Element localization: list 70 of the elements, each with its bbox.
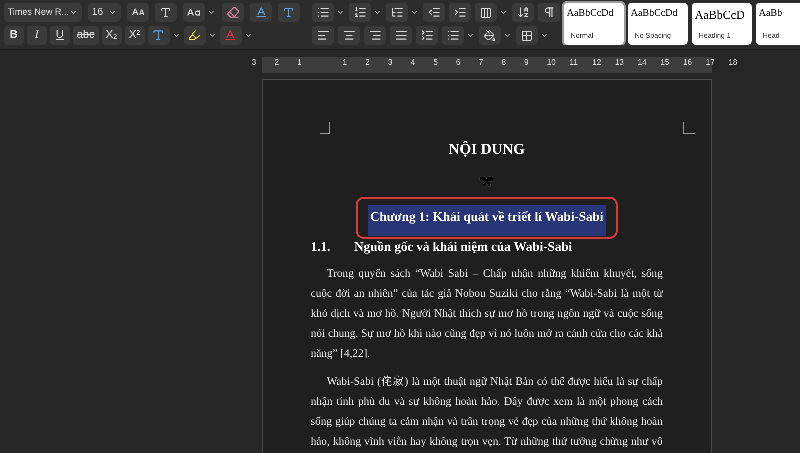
chapter-heading: Chương 1: Khái quát về triết lí Wabi-Sabi	[368, 204, 606, 236]
format-button[interactable]: X²	[124, 26, 145, 45]
format-button[interactable]: U	[50, 26, 70, 45]
numbered-list-icon[interactable]	[349, 3, 371, 22]
butterfly-icon	[479, 176, 495, 188]
ruler-number: 13	[615, 56, 624, 68]
sort-icon[interactable]	[512, 3, 534, 22]
eraser-icon[interactable]	[222, 3, 244, 22]
multilevel-list-icon[interactable]	[386, 3, 408, 22]
ruler-number: 4	[410, 56, 416, 68]
document-title: NỘI DUNG	[448, 140, 526, 160]
caret-icon[interactable]	[503, 31, 512, 40]
ruler-number: 15	[660, 56, 670, 68]
caret-icon[interactable]	[172, 31, 181, 40]
ruler-number: 8	[502, 56, 506, 68]
ruler-number: 3	[388, 56, 393, 68]
caret-icon[interactable]	[208, 31, 217, 40]
format-button[interactable]: I	[27, 26, 47, 45]
highlighter-icon[interactable]	[184, 26, 206, 45]
caret-icon[interactable]	[336, 8, 345, 17]
font-color-icon[interactable]	[220, 26, 242, 45]
align-right-icon[interactable]	[364, 26, 386, 45]
ruler-number: 18	[728, 56, 738, 68]
format-button[interactable]: abc	[73, 26, 99, 45]
ruler-number: 9	[524, 56, 529, 68]
justify-icon[interactable]	[390, 26, 412, 45]
grow-font-icon[interactable]	[127, 3, 149, 22]
decrease-indent-icon[interactable]	[423, 3, 445, 22]
ruler-number: 7	[479, 56, 484, 68]
ruler-number: 1	[297, 56, 302, 68]
ruler-number: 6	[456, 56, 461, 68]
ruler-number: 2	[274, 56, 280, 68]
caret-icon[interactable]	[466, 31, 475, 40]
ruler-number: 5	[434, 56, 438, 68]
corner-mark	[320, 122, 330, 134]
borders-icon[interactable]	[516, 26, 538, 45]
ruler-number: 1	[342, 56, 348, 68]
format-button[interactable]: X₂	[102, 26, 122, 45]
format-button[interactable]: B	[4, 26, 24, 45]
caret-icon[interactable]	[499, 8, 508, 17]
ruler-number: 10	[547, 56, 556, 68]
text-effects-icon[interactable]	[148, 26, 170, 45]
caret-icon[interactable]	[69, 8, 78, 17]
ruler-number: 16	[683, 56, 692, 68]
ruler-number: 12	[592, 56, 602, 68]
corner-mark	[683, 122, 695, 134]
pilcrow-icon[interactable]	[538, 3, 560, 22]
align-center-icon[interactable]	[338, 26, 360, 45]
caret-icon[interactable]	[373, 8, 382, 17]
align-left-icon[interactable]	[312, 26, 334, 45]
font-name-field[interactable]: Times New R...	[4, 3, 82, 22]
body-paragraph: Trong quyển sách “Wabi Sabi – Chấp nhận những khiếm khuyết, sống cuộc đời an nhiên” của tác giả Nobou Suziki cho rằng “Wabi-Sabi là một từ khó dịch và mơ hồ. Người Nhật thích sự mơ hồ trong ngôn ngữ và cuộc sống nói chung. Sự mơ hồ khi nào cũng đẹp vì nó luôn mở ra cánh cửa cho các khả năng” [4,22].	[311, 267, 663, 362]
caret-icon[interactable]	[244, 31, 253, 40]
section-title: Nguồn gốc và khái niệm của Wabi-Sabi	[354, 238, 572, 256]
shading-icon[interactable]	[479, 26, 501, 45]
caret-icon[interactable]	[540, 31, 549, 40]
section-number: 1.1.	[311, 238, 330, 256]
font-size-field[interactable]: 16	[88, 3, 121, 22]
ruler-number: 2	[366, 56, 370, 68]
caret-icon[interactable]	[108, 8, 117, 17]
ruler-number: 11	[570, 56, 578, 68]
caret-icon[interactable]	[410, 8, 419, 17]
change-case-icon[interactable]	[183, 3, 205, 22]
ruler-number: 17	[706, 56, 715, 68]
ruler-number: 3	[252, 56, 256, 68]
body-paragraph: Wabi-Sabi (侘寂) là một thuật ngữ Nhật Bản có thể được hiểu là sự chấp nhận tính phù du và sự không hoàn hảo. Đây được xem là một phong cách sống giúp chúng ta cảm nhận và trân trọng vẻ đẹp của những thứ không hoàn hảo, không vĩnh viễn hay không trọn vẹn. Từ những thứ tưởng chừng như vô	[311, 374, 663, 450]
caret-icon[interactable]	[207, 8, 216, 17]
ruler-number: 14	[638, 56, 647, 68]
increase-indent-icon[interactable]	[449, 3, 471, 22]
bullet-list-icon[interactable]	[312, 3, 334, 22]
